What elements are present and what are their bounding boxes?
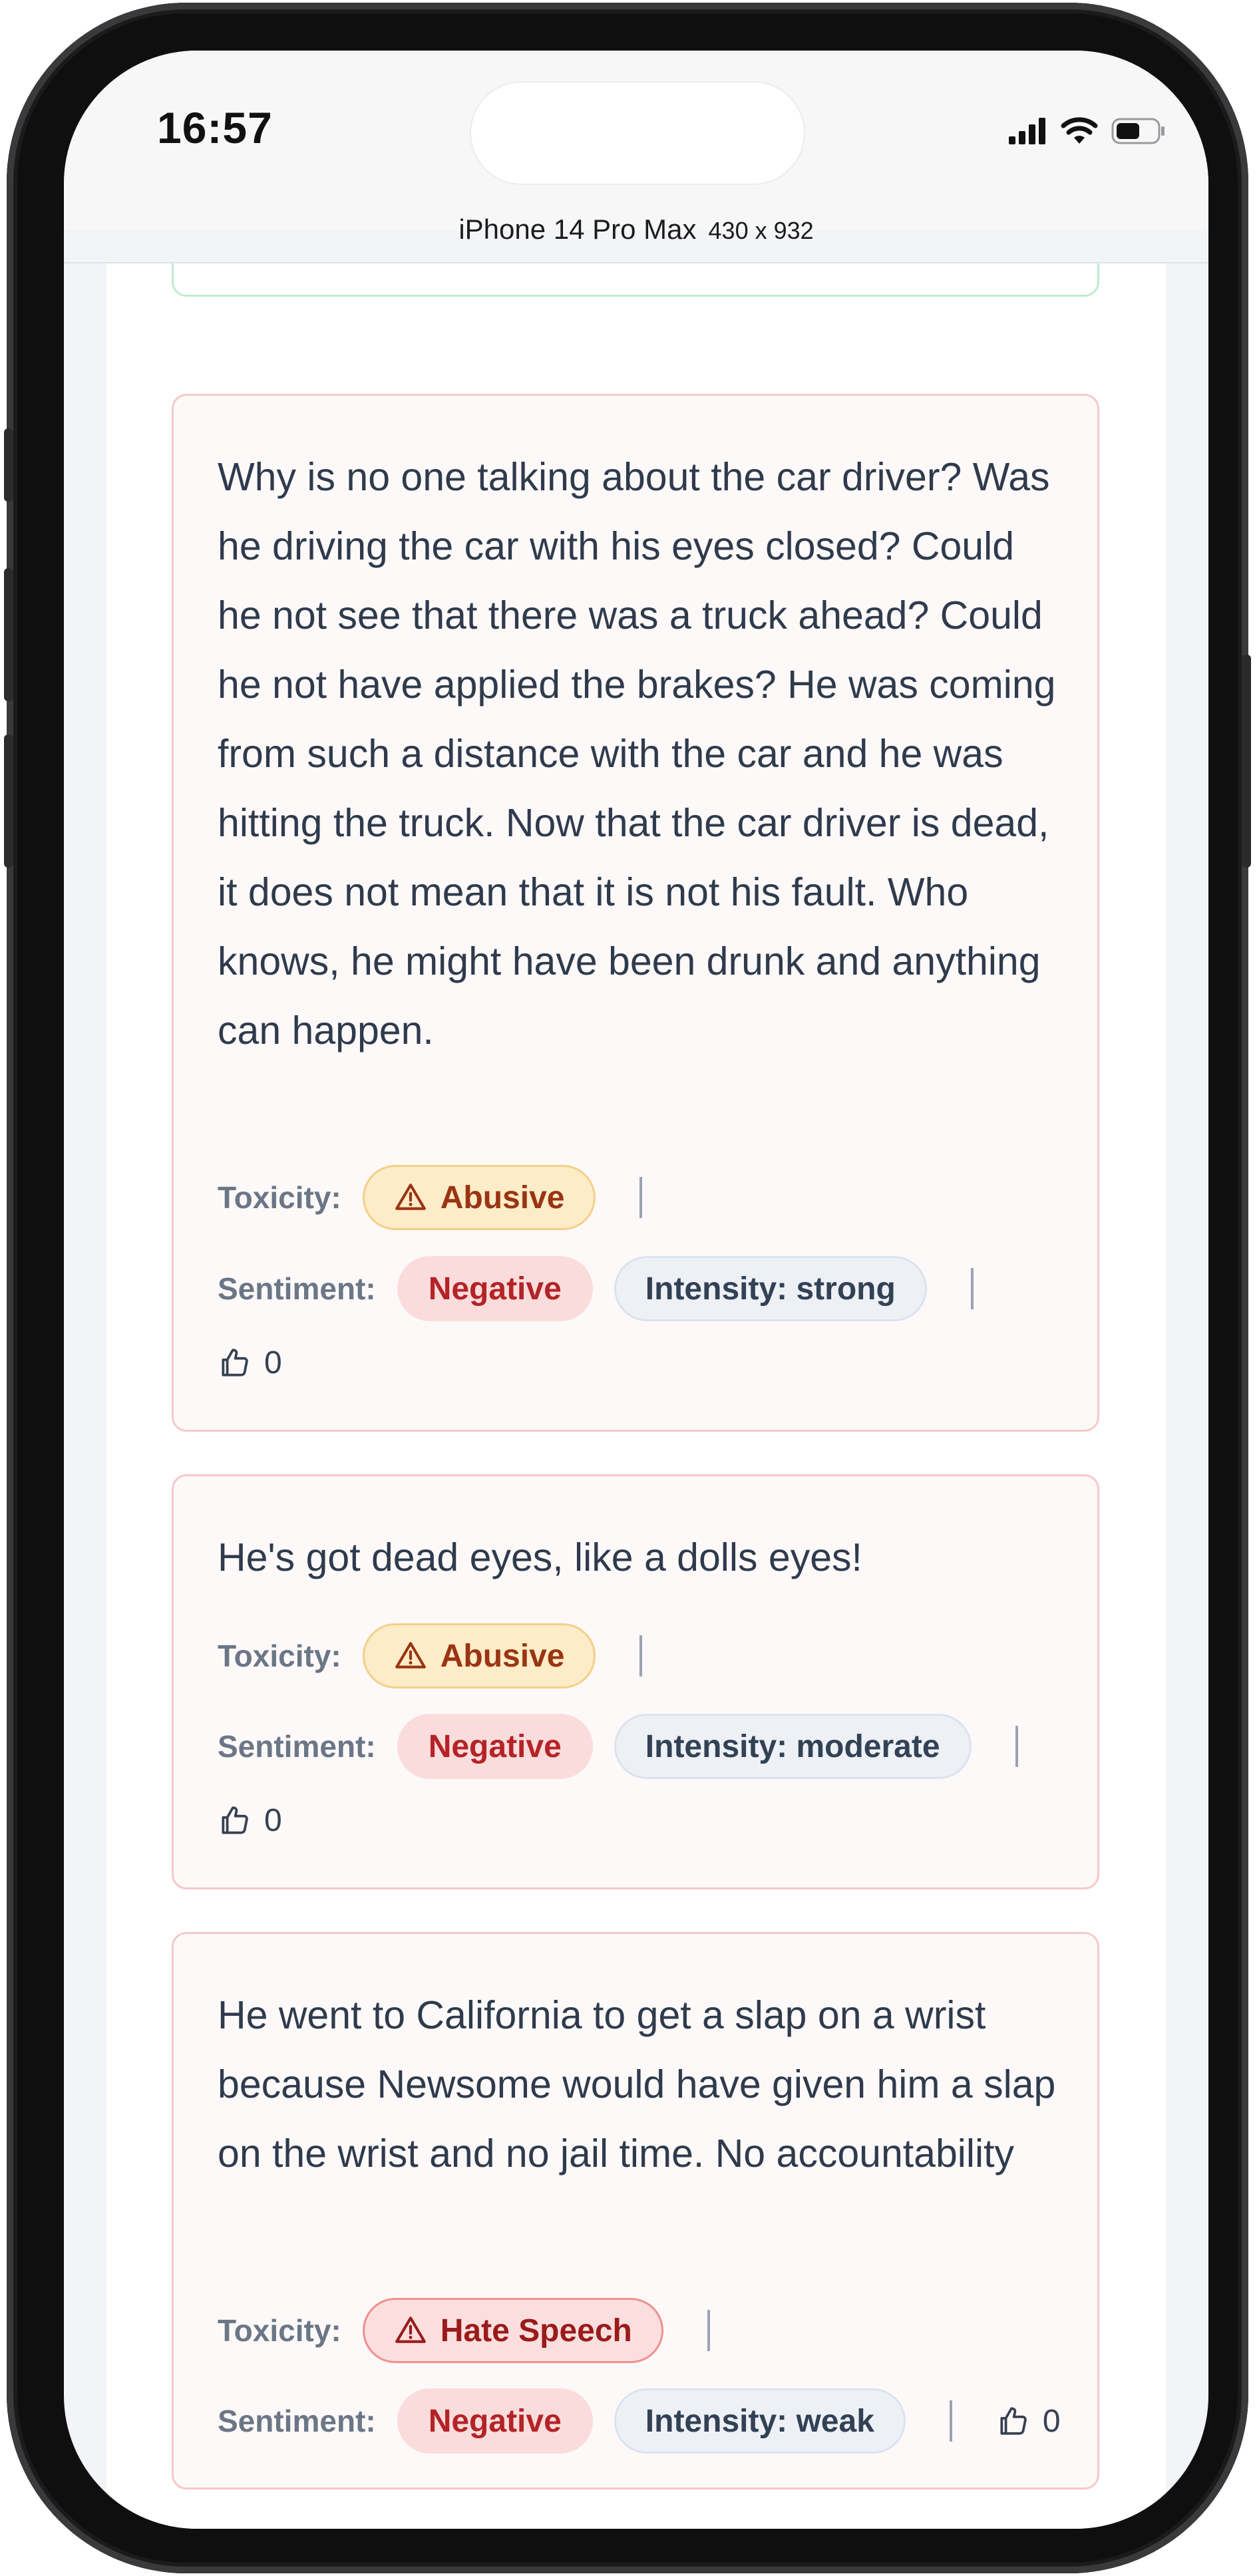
toxicity-label: Toxicity: [218, 1639, 341, 1673]
phone-frame: 16:57 iPhone 14 Pro Max 430 x 932 Why is… [4, 3, 1251, 2573]
like-count: 0 [1042, 2403, 1061, 2439]
volume-up-button [4, 568, 13, 701]
toxicity-label: Toxicity: [218, 2313, 341, 2348]
action-button [4, 428, 13, 502]
toxicity-row: Toxicity: Hate Speech [218, 2297, 710, 2364]
status-bar: 16:57 iPhone 14 Pro Max 430 x 932 [64, 51, 1208, 245]
sentiment-row: Sentiment: Negative Intensity: strong [218, 1255, 974, 1322]
divider [949, 2400, 952, 2442]
comments-page: Why is no one talking about the car driv… [106, 263, 1166, 2529]
toxicity-badge: Hate Speech [362, 2298, 663, 2363]
previous-comment-card [172, 263, 1099, 297]
warning-icon [395, 2317, 426, 2343]
intensity-badge: Intensity: moderate [614, 1714, 972, 1779]
intensity-badge: Intensity: weak [614, 2388, 906, 2454]
like-button[interactable]: 0 [996, 2403, 1061, 2440]
toxicity-value: Abusive [440, 1638, 565, 1674]
device-dimensions: 430 x 932 [708, 217, 814, 244]
sentiment-label: Sentiment: [218, 1729, 376, 1764]
battery-icon [1111, 118, 1165, 144]
like-button[interactable]: 0 [218, 1345, 282, 1381]
sentiment-row: Sentiment: Negative Intensity: moderate [218, 1713, 1018, 1780]
comment-text: Why is no one talking about the car driv… [218, 455, 1056, 1052]
status-time: 16:57 [157, 103, 273, 152]
toxicity-label: Toxicity: [218, 1180, 341, 1215]
device-name: iPhone 14 Pro Max [458, 214, 697, 245]
toxicity-row: Toxicity: Abusive [218, 1164, 643, 1231]
like-row: 0 [218, 1787, 282, 1853]
comment-text: He went to California to get a slap on a… [218, 1993, 1056, 2175]
like-row: 0 [218, 1329, 282, 1396]
warning-icon [395, 1184, 426, 1210]
toxicity-value: Abusive [440, 1180, 565, 1215]
toxicity-value: Hate Speech [440, 2313, 632, 2348]
divider [639, 1177, 643, 1218]
divider [707, 2310, 710, 2351]
cellular-signal-icon [1009, 118, 1045, 144]
volume-down-button [4, 734, 13, 868]
sentiment-badge: Negative [397, 1714, 593, 1779]
like-count: 0 [264, 1345, 282, 1380]
phone-screen: 16:57 iPhone 14 Pro Max 430 x 932 Why is… [64, 51, 1208, 2529]
sentiment-row: Sentiment: Negative Intensity: weak 0 [218, 2388, 1061, 2454]
toxicity-row: Toxicity: Abusive [218, 1623, 643, 1689]
like-count: 0 [264, 1802, 282, 1838]
comment-card: He's got dead eyes, like a dolls eyes! T… [172, 1474, 1099, 1889]
toxicity-badge: Abusive [362, 1623, 596, 1689]
device-toolbar-label: iPhone 14 Pro Max 430 x 932 [64, 214, 1208, 245]
thumbs-up-icon [222, 1349, 248, 1376]
thumbs-up-icon [222, 1806, 248, 1834]
toxicity-badge: Abusive [362, 1165, 596, 1230]
wifi-icon [1061, 117, 1098, 144]
comment-card: Why is no one talking about the car driv… [172, 394, 1099, 1432]
comment-text: He's got dead eyes, like a dolls eyes! [218, 1535, 862, 1579]
sentiment-badge: Negative [397, 2388, 593, 2454]
dynamic-island [471, 82, 804, 184]
warning-icon [395, 1642, 426, 1669]
divider [1015, 1726, 1018, 1767]
thumbs-up-icon [1000, 2407, 1027, 2435]
sentiment-label: Sentiment: [218, 2404, 376, 2438]
power-button [1242, 655, 1251, 868]
like-button[interactable]: 0 [218, 1802, 282, 1839]
divider [970, 1268, 974, 1309]
status-icons [1009, 114, 1166, 148]
sentiment-label: Sentiment: [218, 1271, 376, 1306]
comment-card: He went to California to get a slap on a… [172, 1932, 1099, 2490]
intensity-badge: Intensity: strong [614, 1256, 927, 1321]
sentiment-badge: Negative [397, 1256, 593, 1321]
divider [639, 1635, 643, 1677]
